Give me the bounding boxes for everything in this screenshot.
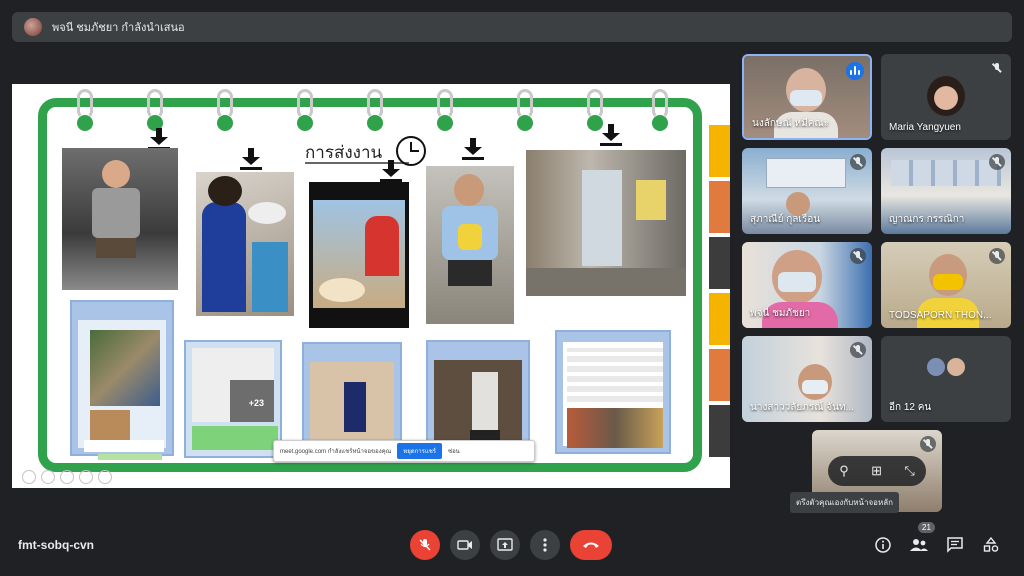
participant-tile[interactable]: นงลักษณ์ หมีคณะ xyxy=(742,54,872,140)
present-button[interactable] xyxy=(490,530,520,560)
hang-up-icon xyxy=(583,542,599,548)
worksheet-screenshot: +23 xyxy=(184,340,282,458)
presenter-text: พจนี ชมภัชยา กำลังนำเสนอ xyxy=(52,22,185,34)
camera-icon xyxy=(457,540,472,550)
video-screenshot xyxy=(426,340,530,456)
mic-toggle-button[interactable] xyxy=(410,530,440,560)
binder-ring xyxy=(587,89,603,119)
participant-tile[interactable]: TODSAPORN THON... xyxy=(881,242,1011,328)
avatar xyxy=(945,356,967,378)
more-participants-label: อีก 12 คน xyxy=(889,402,932,413)
pointer-button[interactable] xyxy=(79,470,93,484)
self-view-controls: ⚲ ⊞ ⤡ xyxy=(828,456,926,486)
hide-share-bar-button[interactable]: ซ่อน xyxy=(448,446,460,456)
download-icon xyxy=(600,124,622,146)
side-tab xyxy=(709,181,730,233)
line-chat-screenshot xyxy=(70,300,174,460)
info-icon xyxy=(875,537,891,553)
classroom-photo xyxy=(526,150,686,296)
binder-ring xyxy=(297,89,313,119)
download-icon xyxy=(148,128,170,150)
participant-name: นงลักษณ์ หมีคณะ xyxy=(752,118,830,129)
side-tab xyxy=(709,125,730,177)
pen-button[interactable] xyxy=(60,470,74,484)
side-tab xyxy=(709,237,730,289)
next-slide-button[interactable] xyxy=(41,470,55,484)
side-tab xyxy=(709,293,730,345)
more-options-button[interactable] xyxy=(530,530,560,560)
participant-tile[interactable]: พจนี ชมภัชยา xyxy=(742,242,872,328)
slide-more-button[interactable] xyxy=(98,470,112,484)
screen-share-bar: meet.google.com กำลังแชร์หน้าจอของคุณ หย… xyxy=(273,440,535,462)
participant-name: TODSAPORN THON... xyxy=(889,310,992,321)
pin-tooltip: ตรึงตัวคุณเองกับหน้าจอหลัก xyxy=(790,492,899,513)
side-tab xyxy=(709,405,730,457)
participant-tile[interactable]: นางสาววลัยภรณ์ จันท... xyxy=(742,336,872,422)
people-count-badge: 21 xyxy=(918,522,935,533)
slide-controls xyxy=(22,470,112,484)
leave-call-button[interactable] xyxy=(570,530,612,560)
activities-icon xyxy=(983,537,999,552)
call-controls xyxy=(410,530,612,560)
mic-off-icon xyxy=(989,154,1005,170)
avatar xyxy=(925,356,947,378)
mic-off-icon xyxy=(850,154,866,170)
more-vert-icon xyxy=(543,538,547,552)
participant-tile[interactable]: ญาณกร กรรณิกา xyxy=(881,148,1011,234)
participant-tile[interactable]: สุภาณีย์ กุลเรือน xyxy=(742,148,872,234)
pin-icon[interactable]: ⚲ xyxy=(839,463,849,479)
prev-slide-button[interactable] xyxy=(22,470,36,484)
mic-off-icon xyxy=(989,60,1005,76)
mic-off-icon xyxy=(920,436,936,452)
people-icon xyxy=(910,539,928,551)
side-tab xyxy=(709,349,730,401)
meeting-details-button[interactable] xyxy=(872,534,894,556)
binder-ring xyxy=(217,89,233,119)
student-photo xyxy=(309,182,409,328)
share-bar-text: meet.google.com กำลังแชร์หน้าจอของคุณ xyxy=(280,449,392,455)
participant-tile[interactable]: Maria Yangyuen xyxy=(881,54,1011,140)
student-photo xyxy=(426,166,514,324)
mic-off-icon xyxy=(419,539,431,551)
student-photo xyxy=(196,172,294,316)
shared-screen: การส่งงาน +23 meet.google.com กำลังแชร์ห… xyxy=(12,84,730,488)
meeting-side-actions: 21 xyxy=(872,522,1002,556)
binder-ring xyxy=(147,89,163,119)
minimize-icon[interactable]: ⤡ xyxy=(904,463,914,479)
participant-name: ญาณกร กรรณิกา xyxy=(889,214,965,225)
presenter-avatar xyxy=(24,18,42,36)
present-icon xyxy=(497,538,513,551)
binder-ring xyxy=(437,89,453,119)
stop-sharing-button[interactable]: หยุดการแชร์ xyxy=(397,443,442,459)
more-participants-tile[interactable]: อีก 12 คน xyxy=(881,336,1011,422)
binder-ring xyxy=(652,89,668,119)
binder-ring xyxy=(77,89,93,119)
presenting-banner: พจนี ชมภัชยา กำลังนำเสนอ xyxy=(12,12,1012,42)
chat-button[interactable] xyxy=(944,534,966,556)
worksheet-screenshot xyxy=(555,330,671,454)
participant-name: Maria Yangyuen xyxy=(889,122,961,133)
chat-icon xyxy=(947,537,963,553)
mic-off-icon xyxy=(850,342,866,358)
mic-off-icon xyxy=(850,248,866,264)
binder-ring xyxy=(517,89,533,119)
more-photos-badge: +23 xyxy=(248,398,264,408)
download-icon xyxy=(462,138,484,160)
download-icon xyxy=(380,160,402,182)
mic-off-icon xyxy=(989,248,1005,264)
camera-toggle-button[interactable] xyxy=(450,530,480,560)
binder-ring xyxy=(367,89,383,119)
participant-name: นางสาววลัยภรณ์ จันท... xyxy=(750,402,854,413)
activities-button[interactable] xyxy=(980,534,1002,556)
participant-name: สุภาณีย์ กุลเรือน xyxy=(750,214,821,225)
download-icon xyxy=(240,148,262,170)
meeting-code: fmt-sobq-cvn xyxy=(18,538,94,552)
speaking-indicator-icon xyxy=(846,62,864,80)
people-button[interactable]: 21 xyxy=(908,522,935,556)
participant-name: พจนี ชมภัชยา xyxy=(750,308,811,319)
frame-icon[interactable]: ⊞ xyxy=(871,463,882,479)
student-photo xyxy=(62,148,178,290)
